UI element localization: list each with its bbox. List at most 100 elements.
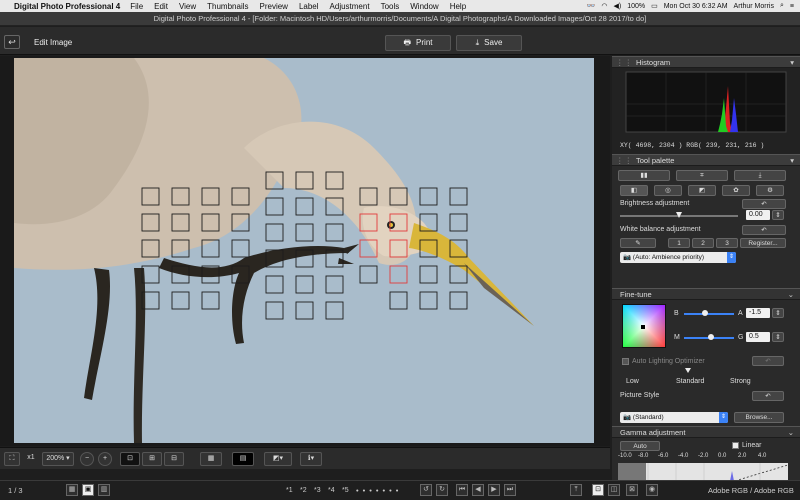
- mg-slider-handle[interactable]: [708, 334, 714, 340]
- last-image-icon[interactable]: ⏭: [504, 484, 516, 496]
- zoom-select[interactable]: 200% ▾: [42, 452, 74, 466]
- clock[interactable]: Mon Oct 30 6:32 AM: [664, 3, 728, 10]
- zoom-in-button[interactable]: +: [98, 452, 112, 466]
- alo-strong[interactable]: Strong: [730, 378, 751, 385]
- gamma-header[interactable]: Gamma adjustment ⌄: [612, 426, 800, 438]
- batch-icon[interactable]: ⤒: [570, 484, 582, 496]
- gamma-auto-button[interactable]: Auto: [620, 441, 660, 451]
- menu-preview[interactable]: Preview: [260, 2, 288, 11]
- alo-standard[interactable]: Standard: [676, 378, 704, 385]
- tool-tab-crop[interactable]: ⌗: [676, 170, 728, 181]
- rotate-left-icon[interactable]: ↺: [420, 484, 432, 496]
- wb-preset-3[interactable]: 3: [716, 238, 738, 248]
- rotate-right-icon[interactable]: ↻: [436, 484, 448, 496]
- tool-tab-output[interactable]: ⤓: [734, 170, 786, 181]
- app-menu[interactable]: Digital Photo Professional 4: [14, 2, 120, 11]
- g-stepper[interactable]: ⇕: [772, 332, 784, 342]
- volume-icon[interactable]: ◀): [613, 2, 621, 10]
- ba-slider[interactable]: [684, 313, 734, 315]
- brightness-stepper[interactable]: ⇕: [772, 210, 784, 220]
- info-button[interactable]: ℹ▾: [300, 452, 322, 466]
- next-image-icon[interactable]: ▶: [488, 484, 500, 496]
- picture-style-reset-button[interactable]: ↶: [752, 391, 784, 401]
- collapse-icon[interactable]: ▾: [790, 57, 794, 68]
- edit-mode-icon[interactable]: ⊡: [592, 484, 604, 496]
- wb-preset-2[interactable]: 2: [692, 238, 714, 248]
- photo-preview[interactable]: [14, 58, 594, 443]
- finetune-header[interactable]: Fine-tune ⌄: [612, 288, 800, 300]
- tool-curve-tab[interactable]: ◩: [688, 185, 716, 196]
- menu-edit[interactable]: Edit: [154, 2, 168, 11]
- menu-tools[interactable]: Tools: [381, 2, 400, 11]
- menu-thumbnails[interactable]: Thumbnails: [207, 2, 248, 11]
- alo-level-handle[interactable]: [685, 368, 691, 373]
- tool-palette-header[interactable]: ⋮⋮ Tool palette ▾: [612, 154, 800, 166]
- collapse-icon[interactable]: ▾: [790, 155, 794, 166]
- brightness-value-field[interactable]: 0.00: [746, 210, 770, 220]
- wb-eyedropper-button[interactable]: ✎: [620, 238, 656, 248]
- label-dots[interactable]: •••••••: [356, 485, 402, 497]
- highlight-warning-button[interactable]: ◩▾: [264, 452, 292, 466]
- drag-handle-icon[interactable]: ⋮⋮: [616, 155, 633, 166]
- af-point-button[interactable]: ⊡: [120, 452, 140, 466]
- rating-5[interactable]: *5: [342, 485, 349, 497]
- tool-tab-raw[interactable]: ▮▮: [618, 170, 670, 181]
- back-button[interactable]: ↩: [4, 35, 20, 49]
- linear-checkbox[interactable]: [732, 442, 739, 449]
- alo-low[interactable]: Low: [626, 378, 639, 385]
- zoom-out-button[interactable]: −: [80, 452, 94, 466]
- tool-lens-tab[interactable]: ◎: [654, 185, 682, 196]
- menu-file[interactable]: File: [130, 2, 143, 11]
- expand-icon[interactable]: ⌄: [788, 427, 794, 438]
- wb-mode-select[interactable]: 📷 (Auto: Ambience priority) ⇕: [620, 252, 736, 263]
- rating-1[interactable]: *1: [286, 485, 293, 497]
- menu-view[interactable]: View: [179, 2, 196, 11]
- filmstrip-icon[interactable]: ▥: [98, 484, 110, 496]
- wb-reset-button[interactable]: ↶: [742, 225, 786, 235]
- a-stepper[interactable]: ⇕: [772, 308, 784, 318]
- tool-color-tab[interactable]: ✿: [722, 185, 750, 196]
- layout-button[interactable]: ▦: [200, 452, 222, 466]
- save-button[interactable]: ⤓ Save: [456, 35, 522, 51]
- brightness-reset-button[interactable]: ↶: [742, 199, 786, 209]
- tool-basic-tab[interactable]: ◧: [620, 185, 648, 196]
- browse-button[interactable]: Browse...: [734, 412, 784, 423]
- drag-handle-icon[interactable]: ⋮⋮: [616, 57, 633, 68]
- histogram-header[interactable]: ⋮⋮ Histogram ▾: [612, 56, 800, 68]
- print-button[interactable]: 🖶 Print: [385, 35, 451, 51]
- zoom-x1-button[interactable]: x1: [22, 452, 40, 466]
- picture-style-select[interactable]: 📷 (Standard) ⇕: [620, 412, 728, 423]
- alo-reset-button[interactable]: ↶: [752, 356, 784, 366]
- color-grid-picker[interactable]: [622, 304, 666, 348]
- rating-2[interactable]: *2: [300, 485, 307, 497]
- wifi-icon[interactable]: ◠: [601, 2, 607, 10]
- image-viewer[interactable]: [0, 56, 610, 446]
- grid-button[interactable]: ⊞: [142, 452, 162, 466]
- camera-mode-icon[interactable]: ◉: [646, 484, 658, 496]
- zoom-mode-icon[interactable]: ⊠: [626, 484, 638, 496]
- alo-checkbox[interactable]: [622, 358, 629, 365]
- rating-4[interactable]: *4: [328, 485, 335, 497]
- user-menu[interactable]: Arthur Morris: [734, 3, 774, 10]
- expand-icon[interactable]: ⌄: [788, 289, 794, 300]
- first-image-icon[interactable]: ⏮: [456, 484, 468, 496]
- wb-preset-1[interactable]: 1: [668, 238, 690, 248]
- single-view-icon[interactable]: ▣: [82, 484, 94, 496]
- compare-mode-icon[interactable]: ◫: [608, 484, 620, 496]
- battery-icon[interactable]: ▭: [651, 2, 658, 10]
- menu-help[interactable]: Help: [450, 2, 466, 11]
- binoculars-icon[interactable]: 👓: [587, 2, 596, 10]
- compare-button[interactable]: ▤: [232, 452, 254, 466]
- thumbnail-grid-icon[interactable]: ▦: [66, 484, 78, 496]
- a-value-field[interactable]: -1.5: [746, 308, 770, 318]
- fit-to-window-button[interactable]: ⛶: [4, 452, 20, 466]
- menu-window[interactable]: Window: [410, 2, 438, 11]
- g-value-field[interactable]: 0.5: [746, 332, 770, 342]
- wb-register-button[interactable]: Register...: [740, 238, 786, 248]
- search-icon[interactable]: ⌕: [780, 2, 784, 10]
- ba-slider-handle[interactable]: [702, 310, 708, 316]
- menu-label[interactable]: Label: [299, 2, 319, 11]
- menu-list-icon[interactable]: ≡: [790, 3, 794, 10]
- tool-settings-tab[interactable]: ⚙: [756, 185, 784, 196]
- prev-image-icon[interactable]: ◀: [472, 484, 484, 496]
